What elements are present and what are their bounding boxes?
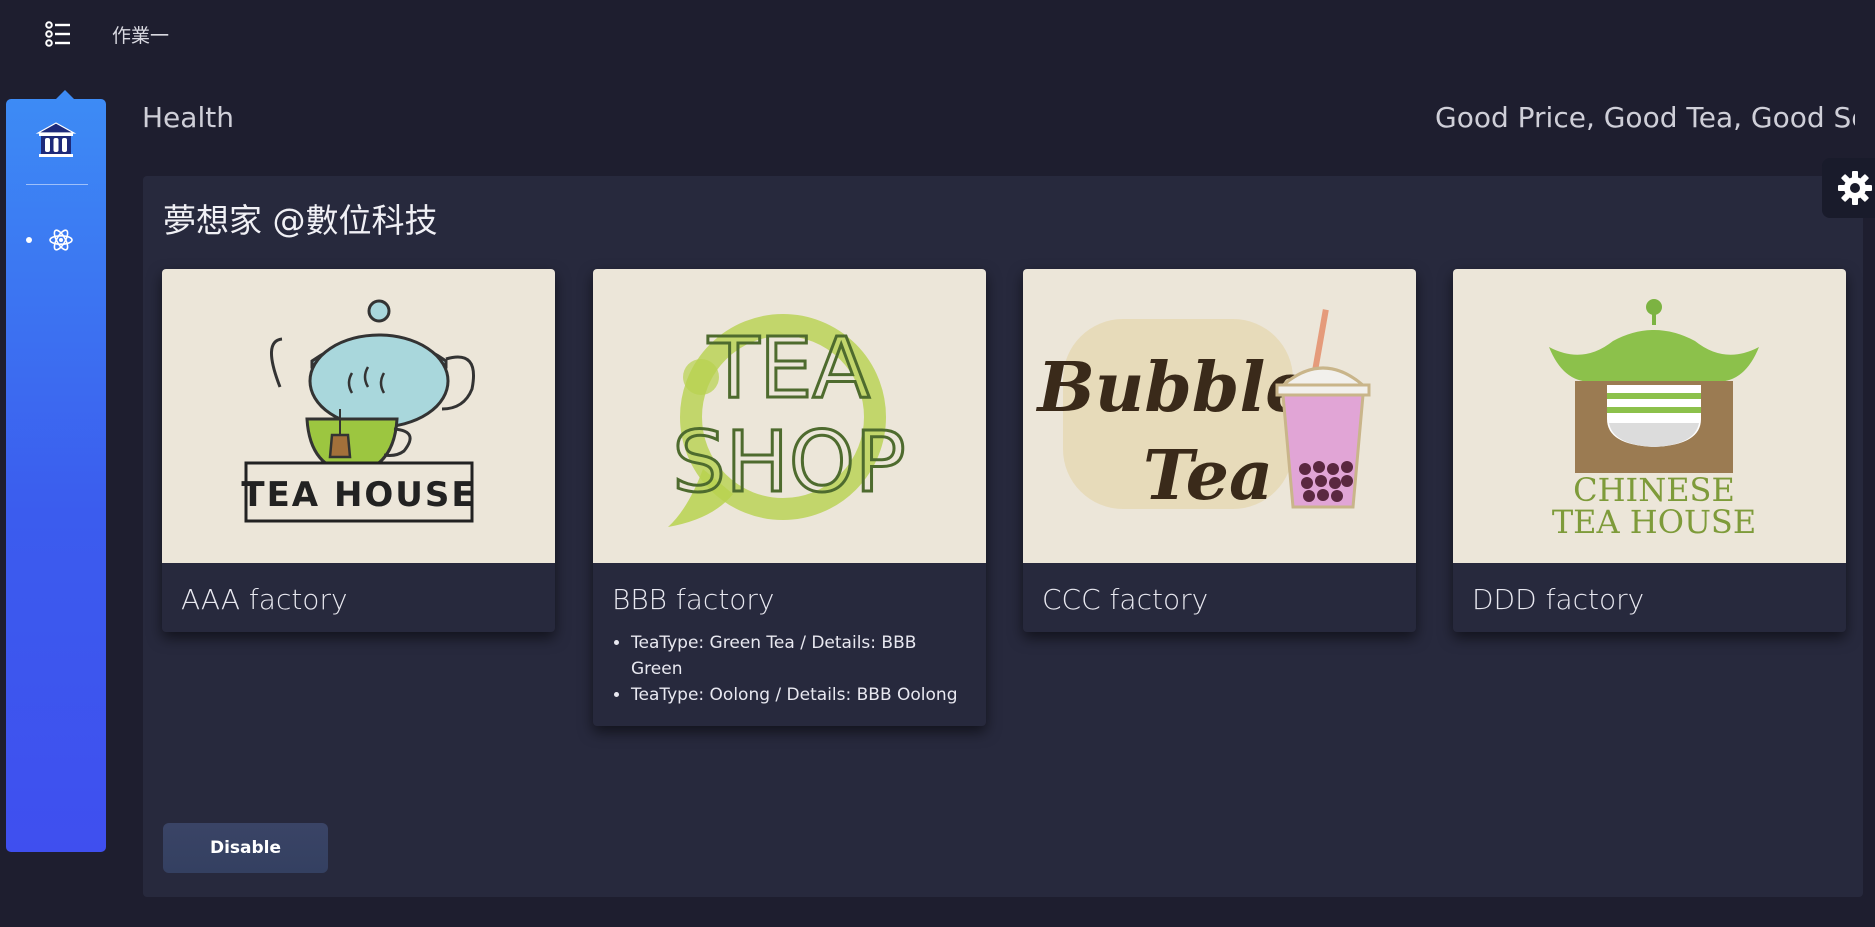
section-title: Health (142, 101, 234, 134)
card-title: 夢想家 @數位科技 (163, 201, 438, 240)
factory-name: BBB factory (612, 583, 775, 616)
factory-name: CCC factory (1042, 583, 1209, 616)
sidebar-divider (26, 184, 88, 185)
logo-text: SHOP (672, 413, 905, 511)
chinese-tea-house-logo: CHINESE TEA HOUSE (1453, 269, 1846, 563)
list-item: TeaType: Green Tea / Details: BBB Green (631, 630, 966, 682)
gear-icon (1838, 171, 1872, 205)
factory-card-bbb[interactable]: TEA SHOP BBB factory TeaType: Green Tea … (593, 269, 986, 726)
logo-text: Bubble (1035, 348, 1308, 428)
top-bar: 作業一 (0, 0, 1875, 68)
logo-text: TEA (707, 319, 870, 417)
factory-name: AAA factory (181, 583, 348, 616)
sidebar-item-bullet (26, 237, 32, 243)
tea-house-logo: TEA HOUSE (162, 269, 555, 563)
list-item: TeaType: Oolong / Details: BBB Oolong (631, 682, 966, 708)
sidebar-caret (56, 90, 74, 99)
university-icon[interactable] (35, 119, 77, 161)
app-title: 作業一 (112, 25, 170, 47)
factory-name: DDD factory (1472, 583, 1645, 616)
tea-details-list: TeaType: Green Tea / Details: BBB Green … (593, 630, 986, 726)
atom-icon (48, 227, 74, 253)
factory-card-ccc[interactable]: Bubble Tea CCC factory (1023, 269, 1416, 632)
logo-text: TEA HOUSE (1552, 503, 1756, 541)
factory-card-ddd[interactable]: CHINESE TEA HOUSE DDD factory (1453, 269, 1846, 632)
tagline: Good Price, Good Tea, Good Service (1435, 101, 1855, 134)
logo-text: Tea (1143, 436, 1273, 516)
settings-tab[interactable] (1822, 158, 1875, 218)
logo-text: TEA HOUSE (241, 475, 476, 515)
sidebar-item-atom[interactable] (18, 224, 98, 254)
bubble-tea-logo: Bubble Tea (1023, 269, 1416, 563)
factory-card-aaa[interactable]: TEA HOUSE AAA factory (162, 269, 555, 632)
factory-card-panel: 夢想家 @數位科技 TEA HOUSE AAA factory TEA SHOP… (143, 176, 1863, 897)
list-menu-icon[interactable] (42, 18, 74, 50)
disable-button[interactable]: Disable (163, 823, 328, 873)
sidebar (6, 90, 106, 852)
tea-shop-logo: TEA SHOP (593, 269, 986, 563)
